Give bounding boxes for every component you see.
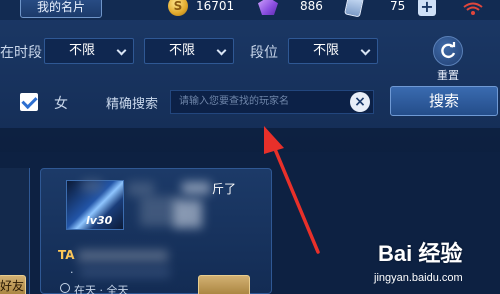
baidu-jingyan-logo: Bai 经验 — [378, 236, 462, 268]
watermark-logo-text: Bai 经验 — [378, 241, 463, 266]
watermark-url: jingyan.baidu.com — [374, 272, 463, 284]
